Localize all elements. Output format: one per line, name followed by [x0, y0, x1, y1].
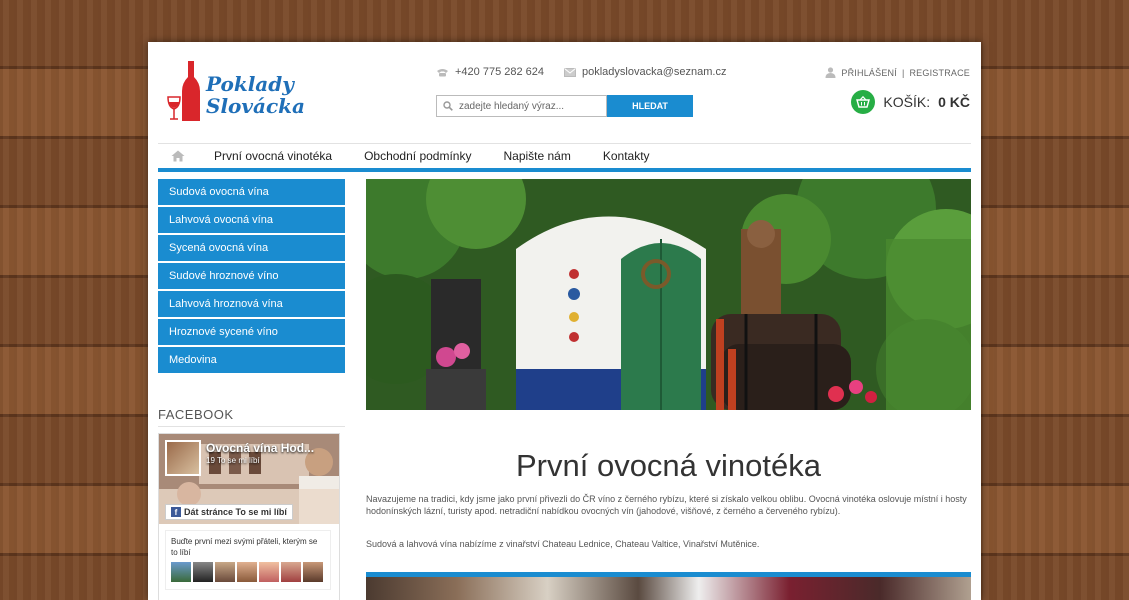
category-hroznove-sycene-vino[interactable]: Hroznové sycené víno: [158, 319, 345, 345]
facebook-page-avatar[interactable]: [165, 440, 201, 476]
friend-avatar[interactable]: [303, 562, 323, 582]
search-button[interactable]: HLEDAT: [607, 95, 693, 117]
login-link[interactable]: PŘIHLÁŠENÍ: [841, 68, 897, 78]
logo-line-2: Slovácka: [206, 94, 305, 118]
phone-icon: [437, 68, 448, 76]
friend-avatar[interactable]: [215, 562, 235, 582]
account-links: PŘIHLÁŠENÍ | REGISTRACE: [825, 67, 970, 78]
wineries-paragraph: Sudová a lahvová vína nabízíme z vinařst…: [366, 539, 760, 549]
cart-label: KOŠÍK:: [883, 94, 931, 110]
facebook-page-name[interactable]: Ovocná vína Hod...: [206, 441, 314, 455]
logo-text: Poklady Slovácka: [206, 73, 305, 117]
nav-item-napiste-nam[interactable]: Napište nám: [487, 149, 586, 163]
category-lahvova-ovocna-vina[interactable]: Lahvová ovocná vína: [158, 207, 345, 233]
category-medovina[interactable]: Medovina: [158, 347, 345, 373]
shop-photo-strip: [366, 572, 971, 600]
account-separator: |: [901, 67, 905, 78]
envelope-icon: [564, 67, 576, 77]
facebook-icon: f: [171, 507, 181, 517]
facebook-widget: Ovocná vína Hod... 19 To se mi líbí f Dá…: [158, 433, 340, 600]
friend-avatar[interactable]: [193, 562, 213, 582]
wine-bottle-icon: [167, 61, 200, 121]
facebook-cover-image: Ovocná vína Hod... 19 To se mi líbí f Dá…: [159, 434, 339, 524]
hero-image: [366, 179, 971, 410]
cart-total: 0 KČ: [938, 94, 970, 110]
phone-number: +420 775 282 624: [455, 66, 545, 78]
home-link[interactable]: [158, 150, 198, 162]
category-sudove-hroznove-vino[interactable]: Sudové hroznové víno: [158, 263, 345, 289]
nav-item-vinoteka[interactable]: První ovocná vinotéka: [198, 149, 348, 163]
facebook-like-label: Dát stránce To se mi líbí: [184, 507, 287, 517]
facebook-heading: FACEBOOK: [158, 407, 345, 427]
facebook-friends-box: Buďte první mezi svými přáteli, kterým s…: [165, 530, 331, 590]
friend-avatar[interactable]: [237, 562, 257, 582]
user-icon: [825, 67, 836, 78]
main-nav: První ovocná vinotéka Obchodní podmínky …: [158, 143, 971, 172]
search-bar: zadejte hledaný výraz... HLEDAT: [436, 95, 693, 117]
facebook-like-count: 19 To se mi líbí: [206, 456, 260, 465]
friend-avatar[interactable]: [281, 562, 301, 582]
category-lahvova-hroznova-vina[interactable]: Lahvová hroznová vína: [158, 291, 345, 317]
facebook-like-button[interactable]: f Dát stránce To se mi líbí: [165, 504, 293, 520]
logo-line-1: Poklady: [206, 72, 294, 96]
friend-avatar[interactable]: [259, 562, 279, 582]
logo[interactable]: Poklady Slovácka: [166, 61, 305, 123]
category-menu: Sudová ovocná vína Lahvová ovocná vína S…: [158, 179, 345, 375]
email-contact[interactable]: pokladyslovacka@seznam.cz: [564, 66, 726, 78]
search-icon: [443, 101, 453, 111]
facebook-friend-faces: [171, 562, 325, 582]
basket-icon: [851, 90, 876, 114]
page-title: První ovocná vinotéka: [515, 448, 821, 483]
page: Poklady Slovácka +420 775 282 624 poklad…: [148, 42, 981, 600]
facebook-friends-text: Buďte první mezi svými přáteli, kterým s…: [171, 537, 318, 557]
phone-contact[interactable]: +420 775 282 624: [436, 66, 544, 78]
category-sudova-ovocna-vina[interactable]: Sudová ovocná vína: [158, 179, 345, 205]
category-sycena-ovocna-vina[interactable]: Sycená ovocná vína: [158, 235, 345, 261]
intro-paragraph: Navazujeme na tradici, kdy jsme jako prv…: [366, 494, 967, 516]
friend-avatar[interactable]: [171, 562, 191, 582]
home-icon: [171, 150, 185, 162]
register-link[interactable]: REGISTRACE: [909, 68, 970, 78]
nav-item-obchodni-podminky[interactable]: Obchodní podmínky: [348, 149, 487, 163]
search-input[interactable]: zadejte hledaný výraz...: [436, 95, 607, 117]
nav-item-kontakty[interactable]: Kontakty: [587, 149, 666, 163]
search-placeholder: zadejte hledaný výraz...: [459, 100, 565, 112]
email-address: pokladyslovacka@seznam.cz: [582, 66, 727, 78]
cart[interactable]: KOŠÍK: 0 KČ: [851, 90, 970, 114]
